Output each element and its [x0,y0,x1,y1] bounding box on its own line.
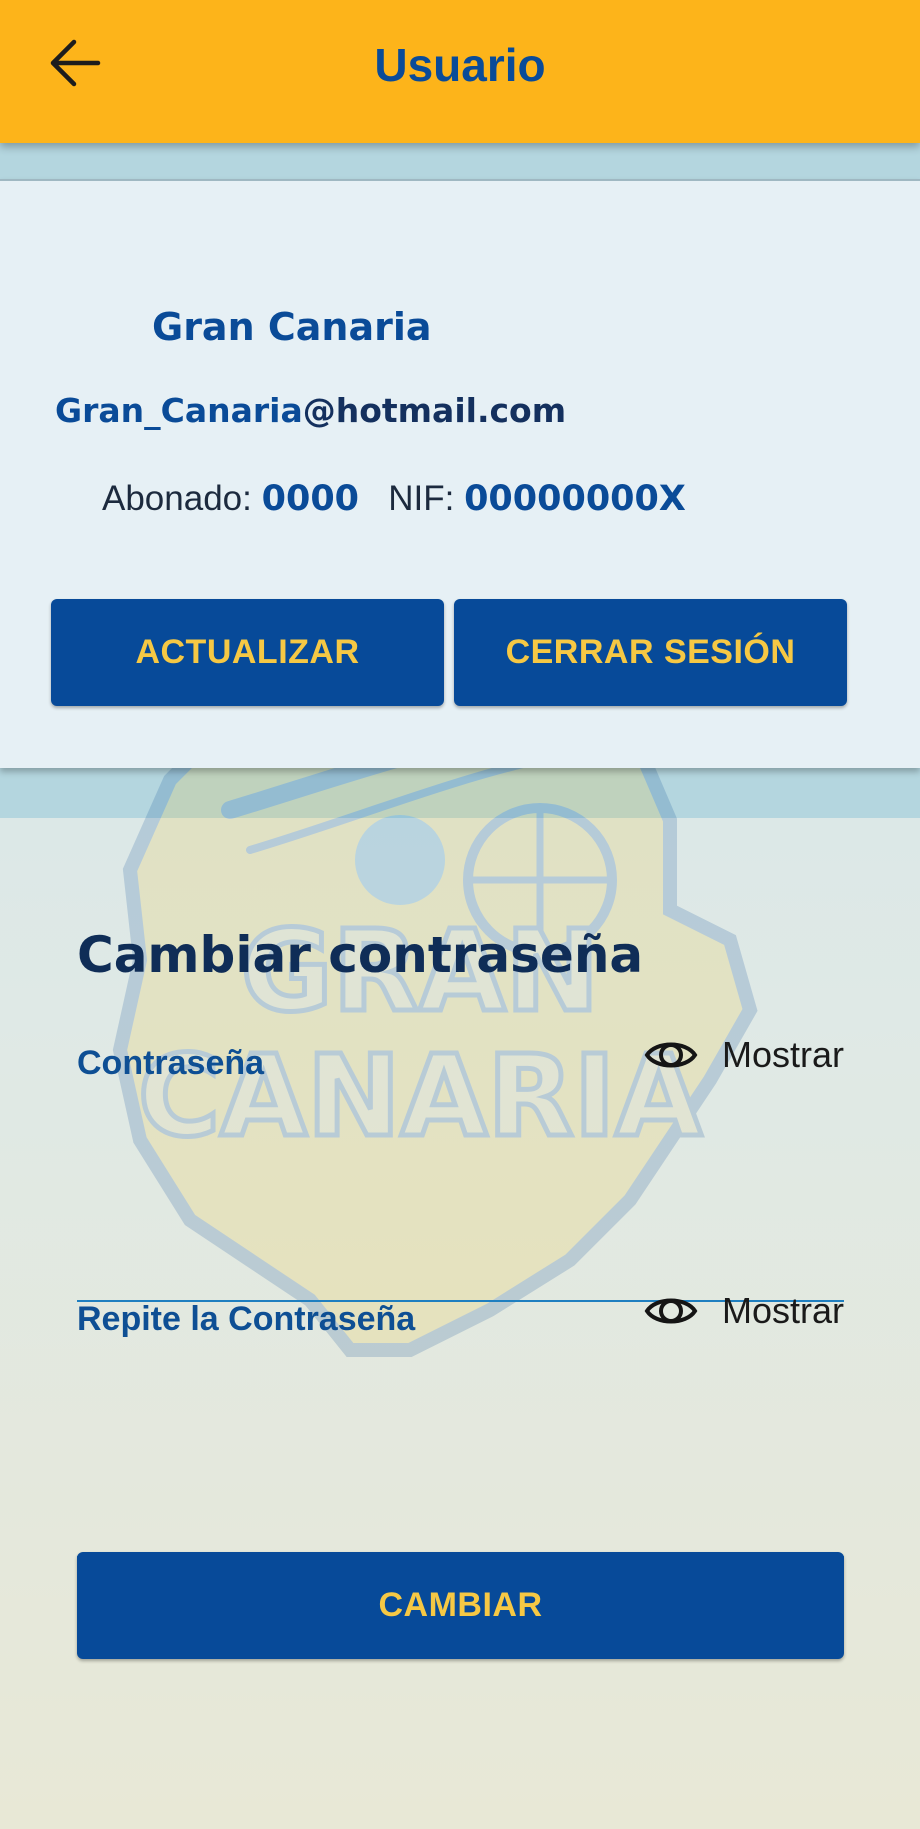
email-local-part: Gran_Canaria [55,391,303,430]
user-email: Gran_Canaria@hotmail.com [55,391,566,430]
eye-icon [644,1298,698,1324]
section-title: Cambiar contraseña [77,926,644,984]
eye-icon [644,1042,698,1068]
show-password-toggle[interactable]: Mostrar [644,1034,844,1076]
show-label: Mostrar [721,1290,844,1331]
repeat-password-label: Repite la Contraseña [77,1300,416,1338]
app-bar: Usuario [0,0,920,143]
profile-card: Gran Canaria Gran_Canaria@hotmail.com Ab… [0,179,920,768]
show-label: Mostrar [721,1034,844,1075]
nif-label: NIF: [388,479,455,518]
change-password-button[interactable]: CAMBIAR [77,1552,844,1659]
abonado-value: 0000 [261,479,360,519]
nif-value: 00000000X [464,479,686,519]
email-domain: @hotmail.com [302,391,567,430]
repeat-password-input[interactable] [77,1478,844,1558]
change-password-section: Cambiar contraseña Contraseña Mostrar Re… [0,818,920,1829]
logout-button[interactable]: CERRAR SESIÓN [454,599,847,706]
user-name: Gran Canaria [152,305,432,349]
password-label: Contraseña [77,1044,265,1082]
user-meta: Abonado: 0000 NIF: 00000000X [102,479,686,519]
abonado-label: Abonado: [102,479,252,518]
page-title: Usuario [374,39,546,91]
show-repeat-password-toggle[interactable]: Mostrar [644,1290,844,1332]
divider-stripe [0,143,920,179]
update-button[interactable]: ACTUALIZAR [51,599,444,706]
